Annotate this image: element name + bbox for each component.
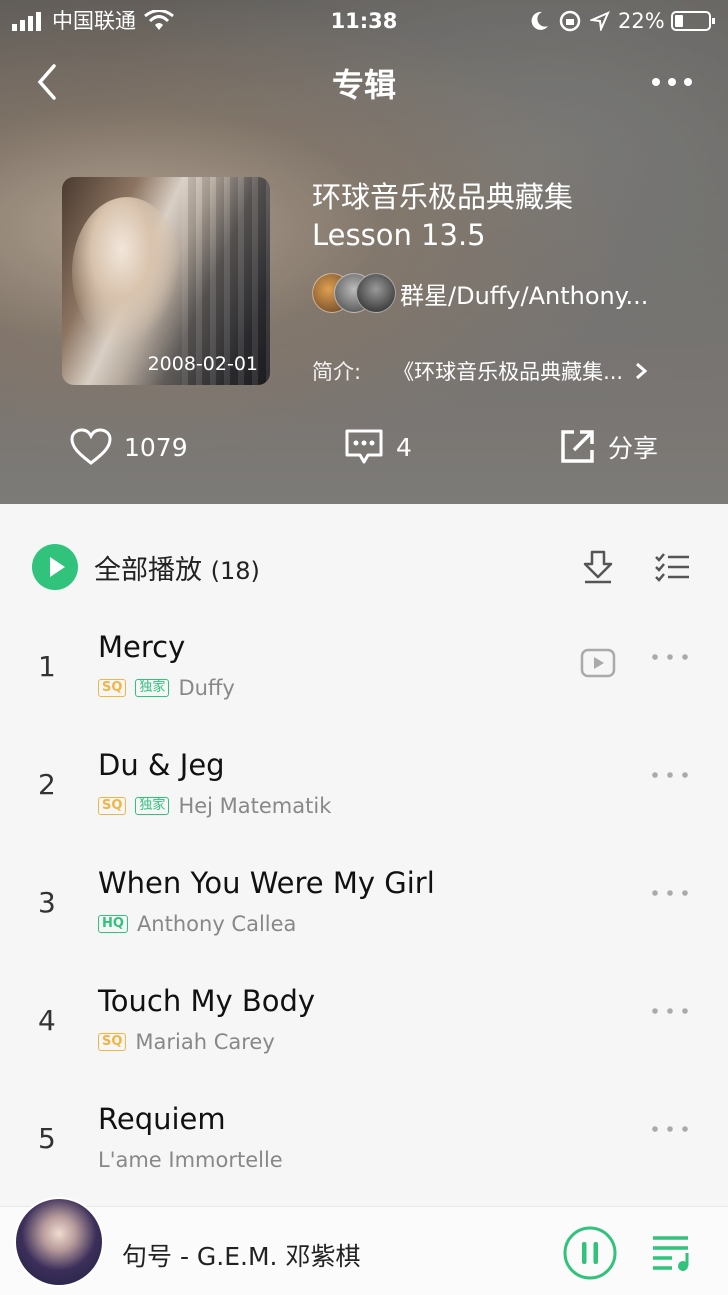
more-icon[interactable] [650,888,690,898]
intro-text: 《环球音乐极品典藏集... [393,360,624,384]
track-artist: L'ame Immortelle [98,1148,283,1172]
track-title: Requiem [98,1102,226,1136]
exclusive-badge: 独家 [135,679,170,697]
track-title: Mercy [98,630,186,664]
share-label: 分享 [608,434,659,463]
track-meta: SQ Mariah Carey [98,1030,275,1054]
now-playing-cover[interactable] [14,1197,104,1287]
play-all-text: 全部播放 [94,555,202,586]
like-count: 1079 [124,432,188,462]
download-icon[interactable] [582,550,614,584]
location-icon [590,11,610,31]
lock-rotation-icon [559,10,581,32]
play-icon [50,557,65,577]
track-title: When You Were My Girl [98,866,435,900]
play-all-button[interactable] [32,544,78,590]
track-count: (18) [210,557,260,585]
track-number: 5 [38,1122,56,1155]
share-icon [561,430,594,463]
cover-date: 2008-02-01 [147,353,258,375]
track-artist: Hej Matematik [178,794,332,818]
track-row[interactable]: 1 Mercy SQ 独家 Duffy [0,612,728,730]
comment-count: 4 [396,432,412,462]
mv-icon[interactable] [580,648,616,678]
quality-badge: HQ [98,915,128,933]
artist-names: 群星/Duffy/Anthony... [400,281,649,310]
track-meta: L'ame Immortelle [98,1148,283,1172]
more-icon[interactable] [650,70,694,94]
artist-avatars [312,273,396,313]
track-artist: Anthony Callea [136,912,297,936]
more-icon[interactable] [650,1124,690,1134]
page-title: 专辑 [331,66,396,104]
quality-badge: SQ [98,679,127,697]
track-row[interactable]: 3 When You Were My Girl HQ Anthony Calle… [0,848,728,966]
status-right: 22% [528,6,717,36]
avatar [356,273,396,313]
track-row[interactable]: 4 Touch My Body SQ Mariah Carey [0,966,728,1084]
like-button[interactable]: 1079 [70,420,188,474]
track-row[interactable]: 2 Du & Jeg SQ 独家 Hej Matematik [0,730,728,848]
play-all-label[interactable]: 全部播放 (18) [94,548,260,587]
moon-icon [531,11,548,30]
album-intro[interactable]: 简介: 《环球音乐极品典藏集... [312,356,651,386]
track-number: 1 [38,650,56,683]
track-row[interactable]: 5 Requiem L'ame Immortelle [0,1084,728,1202]
album-title-line1: 环球音乐极品典藏集 [312,180,574,214]
battery-icon [670,11,715,31]
track-number: 3 [38,886,56,919]
heart-icon [70,428,112,465]
track-number: 4 [38,1004,56,1037]
share-button[interactable]: 分享 [558,420,658,474]
playlist-icon[interactable] [650,1233,694,1273]
track-meta: HQ Anthony Callea [98,912,296,936]
track-meta: SQ 独家 Duffy [98,676,235,700]
album-title: 环球音乐极品典藏集 Lesson 13.5 [312,178,692,254]
track-meta: SQ 独家 Hej Matematik [98,794,331,818]
quality-badge: SQ [98,797,127,815]
album-artists[interactable]: 群星/Duffy/Anthony... [312,272,648,314]
track-artist: Duffy [178,676,235,700]
battery-percent: 22% [618,9,665,33]
track-number: 2 [38,768,56,801]
exclusive-badge: 独家 [135,797,170,815]
chevron-right-icon [636,362,648,380]
album-header: 中国联通 11:38 22% 专辑 2008-02-01 环球音乐极品典藏集 L… [0,0,728,504]
album-title-line2: Lesson 13.5 [312,218,486,252]
cover-art [72,197,182,347]
more-icon[interactable] [650,652,690,662]
multi-select-icon[interactable] [654,552,690,582]
play-all-row: 全部播放 (18) [0,528,728,612]
mini-player[interactable]: 句号 - G.E.M. 邓紫棋 [0,1197,728,1295]
pause-icon[interactable] [562,1225,618,1281]
comment-icon [345,429,383,464]
track-artist: Mariah Carey [135,1030,275,1054]
comment-button[interactable]: 4 [344,420,412,474]
track-title: Du & Jeg [98,748,225,782]
more-icon[interactable] [650,1006,690,1016]
quality-badge: SQ [98,1033,127,1051]
track-title: Touch My Body [98,984,316,1018]
intro-label: 简介: [312,360,362,384]
album-cover[interactable]: 2008-02-01 [62,177,270,385]
now-playing-title[interactable]: 句号 - G.E.M. 邓紫棋 [122,1237,360,1273]
more-icon[interactable] [650,770,690,780]
